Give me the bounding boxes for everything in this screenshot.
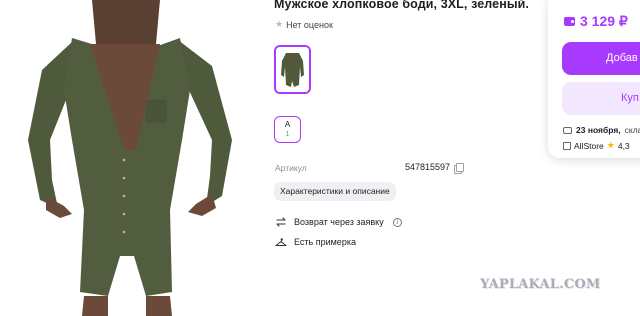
fitting-feature: Есть примерка (275, 236, 356, 248)
buy-now-button[interactable]: Куп (562, 82, 640, 115)
hanger-icon (275, 238, 287, 246)
info-icon[interactable]: i (392, 217, 402, 227)
color-variant-thumbnail[interactable] (274, 45, 311, 94)
characteristics-chip[interactable]: Характеристики и описание (274, 182, 396, 201)
delivery-icon (563, 126, 572, 134)
store-info[interactable]: AllStore ★ 4,3 (563, 140, 630, 151)
product-image-panel (0, 0, 256, 316)
rating-text: Нет оценок (286, 19, 333, 30)
price-value: 3 129 ₽ (580, 13, 628, 29)
delivery-info: 23 ноября, скла (563, 125, 640, 135)
thumbnail-image (276, 47, 309, 92)
article-value-row: 547815597 (405, 162, 465, 174)
size-label: A (284, 120, 291, 129)
size-option[interactable]: A 1 (274, 116, 301, 143)
return-label: Возврат через заявку (294, 217, 384, 227)
return-arrows-icon (276, 217, 286, 227)
store-icon (563, 141, 571, 150)
article-label: Артикул (275, 163, 307, 173)
delivery-rest: скла (624, 125, 640, 135)
star-icon: ★ (606, 140, 615, 150)
star-icon: ★ (275, 19, 284, 29)
add-to-cart-button[interactable]: Добав (562, 42, 640, 75)
copy-icon[interactable] (454, 162, 465, 174)
return-feature: Возврат через заявку i (275, 216, 402, 228)
size-count: 1 (285, 131, 290, 138)
price-row: 3 129 ₽ (564, 13, 628, 30)
store-name: AllStore (574, 140, 604, 151)
watermark: YAPLAKAL.COM (480, 277, 601, 292)
fitting-label: Есть примерка (294, 237, 356, 247)
wallet-icon (564, 17, 575, 26)
store-rating: 4,3 (617, 140, 630, 151)
article-number: 547815597 (405, 162, 451, 172)
product-photo[interactable] (0, 0, 256, 316)
delivery-date: 23 ноября, (576, 125, 621, 135)
rating-row[interactable]: ★ Нет оценок (275, 19, 333, 30)
product-title: Мужское хлопковое боди, 3XL, зеленый. (274, 0, 529, 11)
